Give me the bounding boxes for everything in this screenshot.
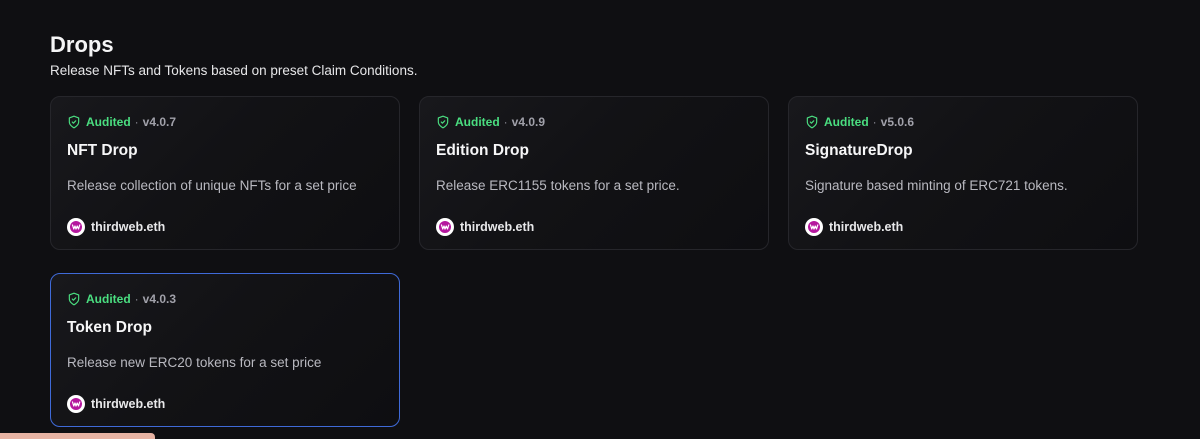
shield-check-icon: [806, 115, 818, 129]
audited-label: Audited: [824, 115, 869, 129]
contract-card-grid: Audited · v4.0.7 NFT Drop Release collec…: [50, 96, 1140, 427]
author-name: thirdweb.eth: [91, 397, 166, 411]
card-description: Release ERC1155 tokens for a set price.: [436, 178, 680, 193]
separator-dot: ·: [503, 115, 508, 129]
thirdweb-logo-icon: [436, 218, 454, 236]
section-subtitle: Release NFTs and Tokens based on preset …: [50, 63, 418, 78]
thirdweb-logo-icon: [67, 395, 85, 413]
card-description: Release collection of unique NFTs for a …: [67, 178, 357, 193]
card-description: Signature based minting of ERC721 tokens…: [805, 178, 1068, 193]
contract-card-token-drop[interactable]: Audited · v4.0.3 Token Drop Release new …: [50, 273, 400, 427]
contract-card-signature-drop[interactable]: Audited · v5.0.6 SignatureDrop Signature…: [788, 96, 1138, 250]
audit-badge: Audited · v5.0.6: [805, 114, 914, 130]
contract-card-nft-drop[interactable]: Audited · v4.0.7 NFT Drop Release collec…: [50, 96, 400, 250]
card-description: Release new ERC20 tokens for a set price: [67, 355, 322, 370]
shield-check-icon: [437, 115, 449, 129]
card-title: SignatureDrop: [805, 142, 913, 159]
author-name: thirdweb.eth: [460, 220, 535, 234]
author[interactable]: thirdweb.eth: [67, 395, 165, 413]
drops-section-header: Drops Release NFTs and Tokens based on p…: [50, 32, 1140, 79]
audit-badge: Audited · v4.0.9: [436, 114, 545, 130]
audit-badge: Audited · v4.0.3: [67, 291, 176, 307]
version-label: v4.0.3: [142, 292, 177, 306]
separator-dot: ·: [134, 115, 139, 129]
contract-card-edition-drop[interactable]: Audited · v4.0.9 Edition Drop Release ER…: [419, 96, 769, 250]
audit-badge: Audited · v4.0.7: [67, 114, 176, 130]
author[interactable]: thirdweb.eth: [436, 218, 534, 236]
audited-label: Audited: [86, 115, 131, 129]
author[interactable]: thirdweb.eth: [805, 218, 903, 236]
section-title: Drops: [50, 32, 114, 57]
shield-check-icon: [68, 115, 80, 129]
separator-dot: ·: [134, 292, 139, 306]
shield-check-icon: [68, 292, 80, 306]
version-label: v5.0.6: [880, 115, 915, 129]
thirdweb-logo-icon: [805, 218, 823, 236]
author[interactable]: thirdweb.eth: [67, 218, 165, 236]
bottom-toast-edge: [0, 433, 155, 439]
thirdweb-logo-icon: [67, 218, 85, 236]
separator-dot: ·: [872, 115, 877, 129]
audited-label: Audited: [86, 292, 131, 306]
card-title: NFT Drop: [67, 142, 138, 159]
version-label: v4.0.7: [142, 115, 177, 129]
card-title: Edition Drop: [436, 142, 529, 159]
author-name: thirdweb.eth: [829, 220, 904, 234]
audited-label: Audited: [455, 115, 500, 129]
version-label: v4.0.9: [511, 115, 546, 129]
card-title: Token Drop: [67, 319, 152, 336]
author-name: thirdweb.eth: [91, 220, 166, 234]
